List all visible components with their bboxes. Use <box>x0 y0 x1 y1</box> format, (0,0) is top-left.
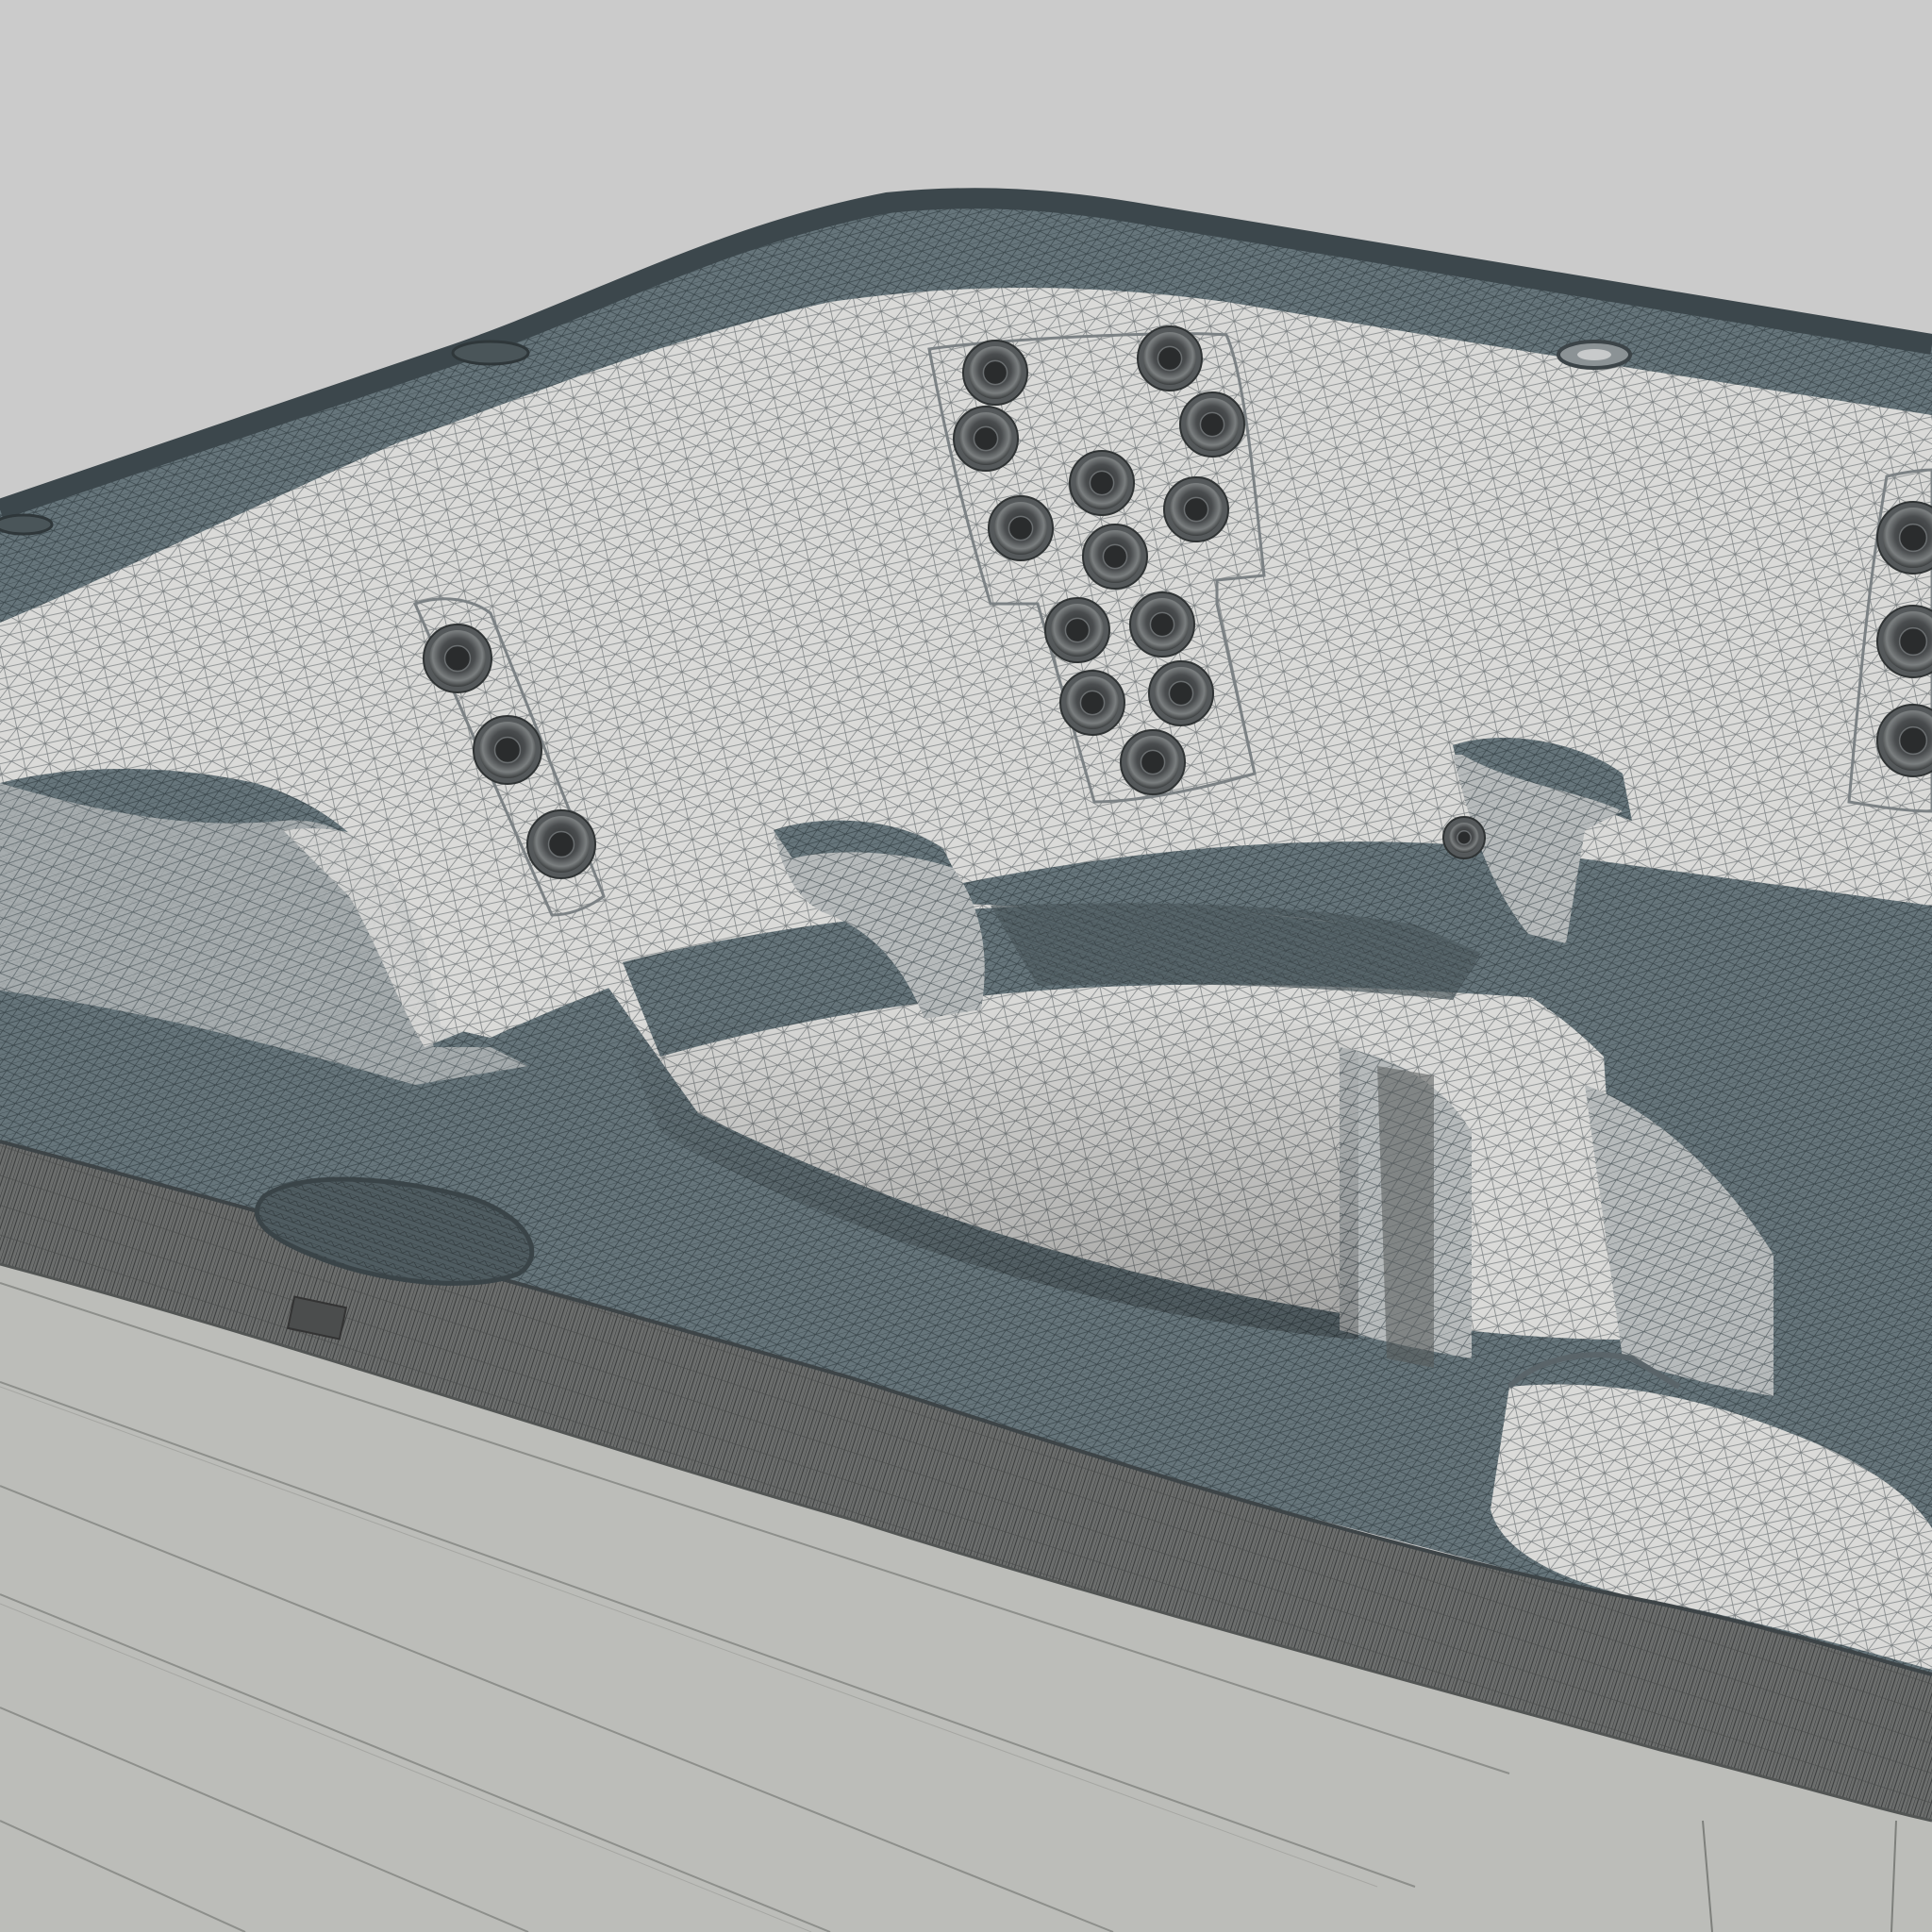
jet-nozzle <box>1163 476 1229 542</box>
jet-nozzle <box>1129 591 1195 658</box>
jet-nozzle <box>526 809 596 879</box>
jet-nozzle <box>953 406 1019 472</box>
hot-tub-render <box>0 188 1932 1932</box>
jet-nozzle <box>1120 729 1186 795</box>
rim-control-left <box>451 340 530 366</box>
jet-nozzle <box>1059 670 1125 736</box>
jet-nozzle <box>1148 660 1214 726</box>
jet-nozzle <box>1137 325 1203 391</box>
jet-nozzle <box>473 715 542 785</box>
jet-nozzle <box>962 340 1028 406</box>
rim-fixture-left-edge <box>0 513 54 536</box>
jet-nozzle <box>1044 597 1110 663</box>
render-viewport <box>0 0 1932 1932</box>
jet-nozzle <box>423 624 492 693</box>
jet-nozzle <box>1179 391 1245 458</box>
jet-nozzle <box>1442 816 1486 859</box>
jet-nozzle <box>988 495 1054 561</box>
jet-nozzle <box>1082 524 1148 590</box>
jet-nozzle <box>1069 450 1135 516</box>
